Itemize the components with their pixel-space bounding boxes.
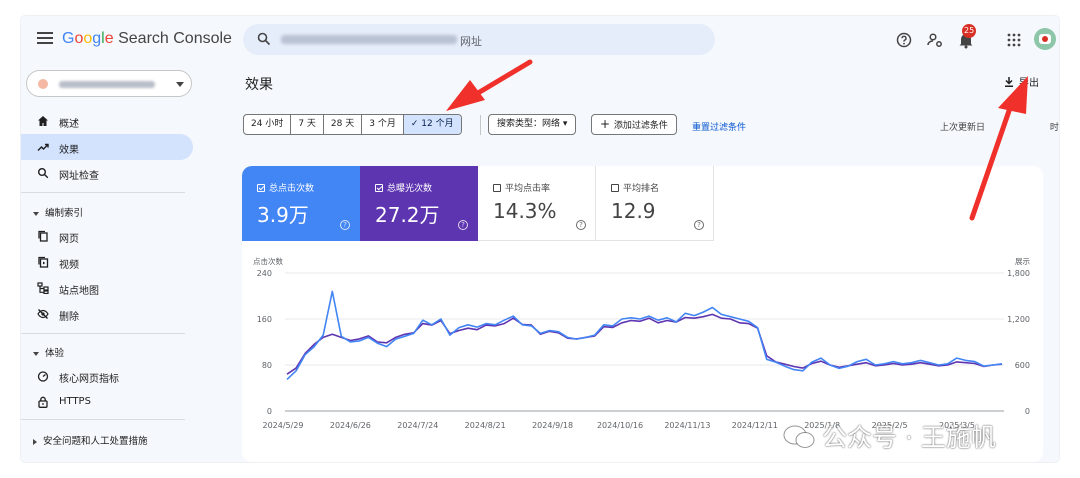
x-tick-label: 2024/8/21 [465, 421, 506, 430]
y-left-tick-label: 0 [267, 407, 272, 416]
sidebar-item-label: 站点地图 [59, 286, 99, 297]
top-bar: Google Search Console 网址 25 [21, 16, 1059, 64]
x-tick-label: 2024/6/26 [330, 421, 371, 430]
date-range-selector: 24 小时 7 天 28 天 3 个月 ✓ 12 个月 [243, 114, 462, 135]
download-icon [1005, 77, 1013, 87]
x-tick-label: 2024/10/16 [597, 421, 643, 430]
redacted-property-name [59, 81, 155, 88]
y-left-tick-label: 240 [257, 269, 272, 278]
y-left-tick-label: 80 [262, 361, 272, 370]
redacted-url [281, 35, 457, 44]
wechat-icon [783, 425, 815, 448]
sidebar-item-performance[interactable]: 效果 [21, 134, 193, 160]
sitemap-icon [37, 282, 49, 294]
expand-icon [33, 211, 39, 216]
y-right-tick-label: 0 [1025, 407, 1030, 416]
y-right-tick-label: 1,200 [1007, 315, 1030, 324]
x-tick-label: 2024/5/29 [262, 421, 303, 430]
sidebar-item-label: 视频 [59, 260, 79, 271]
toolbar-divider [480, 115, 481, 135]
section-indexing[interactable]: 编制索引 [33, 205, 83, 219]
chevron-down-icon [176, 82, 184, 87]
sidebar-item-removals[interactable]: 删除 [21, 301, 193, 327]
product-name: Search Console [118, 30, 232, 47]
y-right-tick-label: 600 [1015, 361, 1030, 370]
search-icon [257, 32, 271, 46]
sidebar-divider [21, 192, 185, 193]
app-logo[interactable]: Google Search Console [62, 30, 232, 48]
plus-icon: + [600, 117, 614, 131]
reset-filters-link[interactable]: 重置过滤条件 [692, 120, 746, 133]
app-frame: Google Search Console 网址 25 概述 效果 网址检查 编… [21, 16, 1059, 462]
property-favicon [38, 79, 48, 89]
trending-up-icon [37, 143, 49, 151]
sidebar-divider [21, 419, 185, 420]
video-icon [38, 256, 49, 268]
x-tick-label: 2024/9/18 [532, 421, 573, 430]
range-28d[interactable]: 28 天 [324, 115, 363, 134]
dropdown-caret-icon: ▾ [562, 119, 568, 129]
account-avatar[interactable] [1034, 28, 1056, 50]
y-left-tick-label: 160 [257, 315, 272, 324]
gauge-icon [37, 371, 49, 382]
sidebar-item-url-inspection[interactable]: 网址检查 [21, 160, 193, 186]
sidebar-divider [21, 333, 185, 334]
y-right-tick-label: 1,800 [1007, 269, 1030, 278]
sidebar-item-overview[interactable]: 概述 [21, 108, 193, 134]
expand-icon [33, 351, 39, 356]
apps-grid-icon[interactable] [1005, 31, 1023, 49]
x-tick-label: 2024/12/11 [732, 421, 778, 430]
help-icon[interactable] [895, 31, 913, 49]
sidebar-item-https[interactable]: HTTPS [21, 389, 193, 415]
url-inspection-search-input[interactable]: 网址 [243, 24, 715, 55]
range-3m[interactable]: 3 个月 [362, 115, 404, 134]
pages-icon [38, 230, 48, 242]
property-selector[interactable] [26, 70, 192, 97]
sidebar-item-label: 删除 [59, 312, 79, 323]
y-right-axis-label: 展示 [1015, 257, 1031, 266]
range-24h[interactable]: 24 小时 [244, 115, 292, 134]
lock-icon [38, 396, 48, 408]
sidebar-item-label: 网页 [59, 234, 79, 245]
sidebar-item-label: HTTPS [59, 396, 91, 407]
sidebar-item-sitemaps[interactable]: 站点地图 [21, 275, 193, 301]
search-placeholder: 网址 [460, 35, 482, 48]
export-button[interactable]: 导出 [1005, 74, 1039, 89]
section-security[interactable]: 安全问题和人工处置措施 [33, 433, 148, 447]
sidebar-item-videos[interactable]: 视频 [21, 249, 193, 275]
removals-icon [37, 309, 49, 319]
clicks-series-line [286, 290, 1003, 380]
y-left-axis-label: 点击次数 [253, 256, 283, 266]
x-tick-label: 2024/7/24 [397, 421, 438, 430]
menu-icon[interactable] [37, 32, 53, 46]
page-title: 效果 [245, 77, 273, 93]
home-icon [38, 116, 48, 126]
search-icon [38, 168, 49, 179]
x-tick-label: 2024/11/13 [664, 421, 710, 430]
expand-icon [33, 438, 37, 445]
sidebar-item-label: 概述 [59, 119, 79, 130]
users-settings-icon[interactable] [926, 31, 944, 49]
section-experience[interactable]: 体验 [33, 345, 64, 359]
sidebar-item-pages[interactable]: 网页 [21, 223, 193, 249]
last-updated-text: 上次更新日 时前 [940, 123, 1059, 133]
sidebar-item-core-web-vitals[interactable]: 核心网页指标 [21, 363, 193, 389]
sidebar-item-label: 效果 [59, 145, 79, 156]
range-7d[interactable]: 7 天 [291, 115, 324, 134]
sidebar-item-label: 网址检查 [59, 171, 99, 182]
add-filter-button[interactable]: + 添加过滤条件 [591, 114, 677, 135]
range-12m[interactable]: ✓ 12 个月 [403, 115, 461, 134]
watermark: 公众号 · 王施帆 [782, 418, 996, 454]
sidebar-item-label: 核心网页指标 [59, 374, 119, 385]
check-icon: ✓ [410, 119, 422, 129]
google-logo-text: Google [62, 30, 114, 47]
search-type-filter[interactable]: 搜索类型：网络 ▾ [488, 114, 577, 135]
